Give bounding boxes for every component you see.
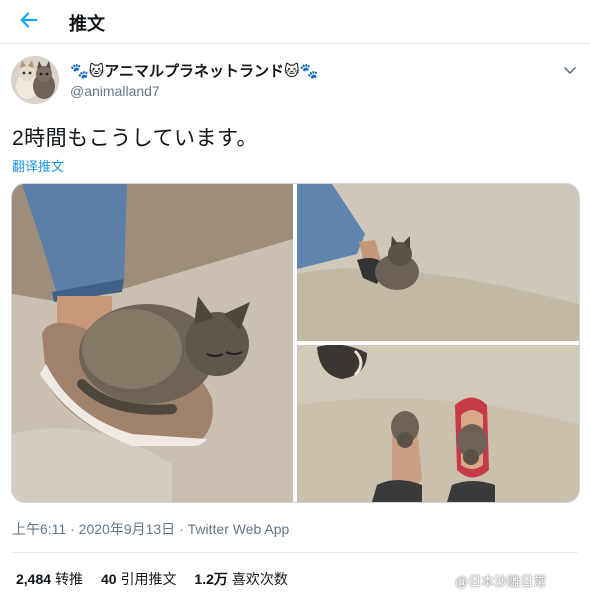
- translate-tweet-link[interactable]: 翻译推文: [12, 156, 64, 175]
- quotes-stat[interactable]: 40 引用推文: [101, 569, 177, 589]
- photo-2[interactable]: [297, 184, 579, 341]
- tweet-source[interactable]: Twitter Web App: [188, 521, 290, 537]
- photo-3[interactable]: [297, 345, 579, 502]
- avatar[interactable]: [11, 56, 59, 104]
- media-grid: [11, 183, 580, 503]
- page-title: 推文: [69, 14, 105, 34]
- tweet-text: 2時間もこうしています。: [12, 127, 258, 150]
- retweets-stat[interactable]: 2,484 转推: [16, 569, 83, 589]
- avatar-image: [11, 56, 59, 104]
- author-handle[interactable]: @animalland7: [70, 83, 160, 99]
- top-header: 推文: [0, 0, 590, 44]
- retweets-count: 2,484: [16, 571, 52, 587]
- likes-count: 1.2万: [194, 571, 228, 587]
- likes-stat[interactable]: 1.2万 喜欢次数: [194, 569, 287, 589]
- back-arrow-icon[interactable]: [18, 9, 40, 31]
- tweet-time[interactable]: 上午6:11: [12, 521, 66, 537]
- quotes-count: 40: [100, 571, 117, 587]
- retweets-label: 转推: [55, 571, 84, 587]
- tweet-stats: 2,484 转推 40 引用推文 1.2万 喜欢次数: [16, 569, 302, 589]
- photo-1[interactable]: [12, 184, 293, 502]
- tweet-date[interactable]: 2020年9月13日: [79, 521, 176, 537]
- watermark: @日本沙雕日常: [455, 574, 547, 589]
- author-display-name[interactable]: 🐾🐱アニマルプラネットランド🐱🐾: [70, 60, 318, 81]
- divider: [12, 552, 578, 553]
- tweet-meta: 上午6:11 · 2020年9月13日 · Twitter Web App: [12, 519, 289, 539]
- chevron-down-icon[interactable]: [562, 62, 578, 78]
- meta-separator: ·: [179, 521, 184, 537]
- quotes-label: 引用推文: [120, 571, 177, 587]
- likes-label: 喜欢次数: [231, 571, 288, 587]
- meta-separator: ·: [70, 521, 75, 537]
